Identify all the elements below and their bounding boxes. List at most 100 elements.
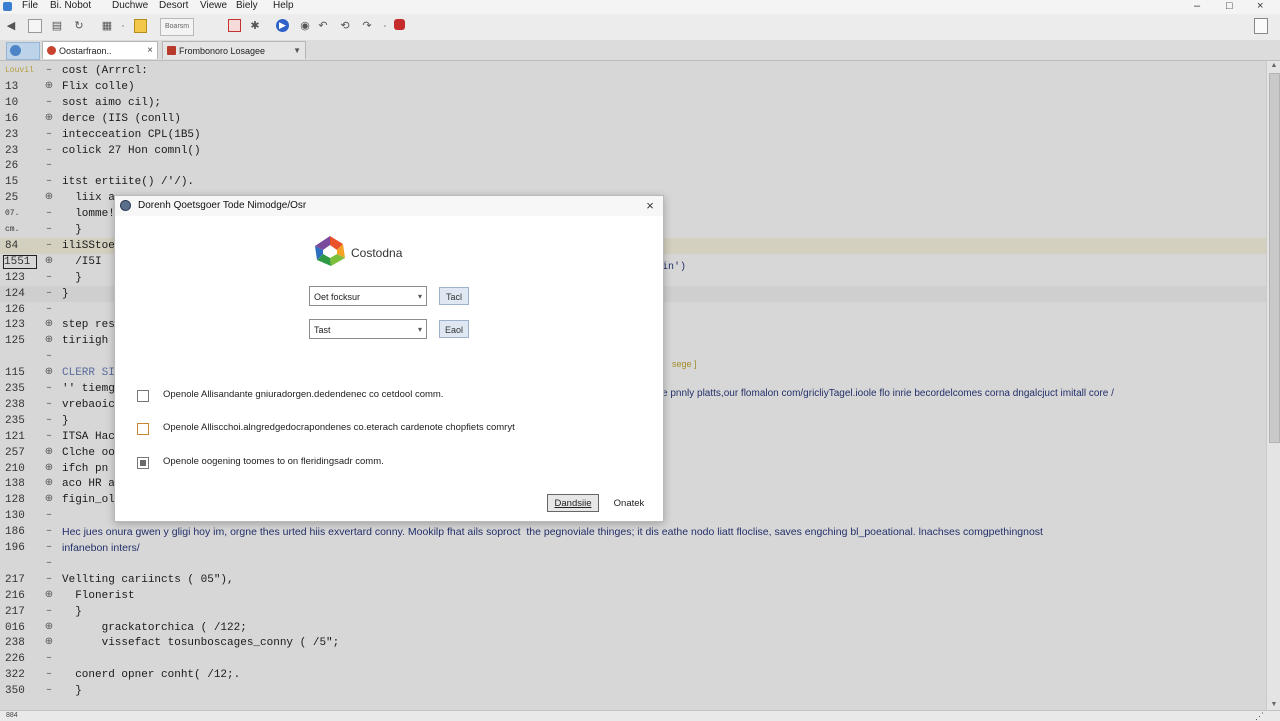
checkbox[interactable] [137, 423, 149, 435]
line-number: 15 [5, 176, 19, 189]
code-line[interactable]: 350 – } [0, 683, 1266, 699]
eaol-button[interactable]: Eaol [439, 320, 469, 338]
minimize-button[interactable]: – [1194, 0, 1200, 12]
code-line[interactable]: – [0, 556, 1266, 572]
save-icon[interactable]: ▤ [50, 19, 64, 33]
fold-icon[interactable]: ⊕ [44, 492, 54, 508]
gutter-mark: – [45, 653, 52, 665]
fold-icon[interactable]: ⊕ [44, 365, 54, 381]
fold-icon[interactable]: ⊕ [44, 445, 54, 461]
fold-icon[interactable]: ⊕ [44, 476, 54, 492]
code-line[interactable]: 23 – intecceation CPL(1B5) [0, 127, 1266, 143]
combo-box-1[interactable]: Oet focksur ▾ [309, 286, 427, 306]
menu-desort[interactable]: Desort [159, 0, 188, 12]
checkbox[interactable] [137, 457, 149, 469]
redo-icon[interactable]: ↷ [360, 19, 374, 33]
menu-bar: File Bi. Nobot Duchwe Desort Viewe Biely… [0, 0, 1280, 14]
fold-icon[interactable]: ⊕ [44, 317, 54, 333]
maximize-button[interactable]: □ [1226, 0, 1233, 12]
toolbar-group[interactable]: Boarsm [160, 18, 195, 36]
line-number: 217 [5, 605, 25, 618]
fold-icon[interactable]: ⊕ [44, 635, 54, 651]
secondary-button[interactable]: Onatek [609, 494, 649, 512]
code-line[interactable]: 16 ⊕ derce (IIS (conll) [0, 111, 1266, 127]
code-line[interactable]: 15 – itst ertiite() /'/). [0, 174, 1266, 190]
code-line[interactable]: 226 – [0, 651, 1266, 667]
scroll-down-icon[interactable]: ▼ [1269, 700, 1279, 710]
line-number: 322 [5, 669, 25, 682]
fold-icon[interactable]: ⊕ [44, 333, 54, 349]
panel-icon[interactable] [1254, 18, 1268, 34]
undo-icon[interactable]: ↶ [316, 19, 330, 33]
code-line[interactable]: 196 – infanebon inters/ [0, 540, 1266, 556]
menu-help[interactable]: Help [273, 0, 294, 12]
dropdown-icon[interactable]: · [116, 19, 130, 33]
checkbox[interactable] [137, 390, 149, 402]
run-icon[interactable]: ▶ [276, 19, 289, 32]
menu-bi-nobot[interactable]: Bi. Nobot [50, 0, 91, 12]
tab-close-icon[interactable]: × [147, 42, 153, 60]
fold-icon[interactable]: ⊕ [44, 620, 54, 636]
tab-active[interactable]: Oostarfraon.. × [42, 41, 158, 59]
menu-biely[interactable]: Biely [236, 0, 258, 12]
tacl-button[interactable]: Tacl [439, 287, 469, 305]
fold-icon[interactable]: ⊕ [44, 190, 54, 206]
new-file-icon[interactable] [28, 19, 42, 33]
fold-icon[interactable]: ⊕ [44, 461, 54, 477]
combo-box-2[interactable]: Tast ▾ [309, 319, 427, 339]
record-icon[interactable] [394, 19, 405, 30]
code-line[interactable]: 217 – } [0, 604, 1266, 620]
chevron-down-icon[interactable]: ▾ [418, 320, 422, 340]
tab-bar: Oostarfraon.. × Frombonoro Losagee ▼ [0, 40, 1280, 61]
code-text: vrebaoic [62, 398, 115, 411]
folder-icon[interactable] [134, 19, 147, 33]
code-line[interactable]: 238 ⊕ vissefact tosunboscages_conny ( /5"… [0, 635, 1266, 651]
fold-icon[interactable]: ⊕ [44, 111, 54, 127]
scroll-thumb[interactable] [1269, 73, 1280, 443]
debug-icon[interactable]: ◉ [298, 19, 312, 33]
grid-icon[interactable]: ▦ [100, 19, 114, 33]
home-tab[interactable] [6, 42, 40, 60]
gutter-mark: – [45, 208, 52, 220]
code-text: derce (IIS (conll) [62, 112, 181, 125]
code-line[interactable]: 186 – Hec jues onura gwen y gligi hoy im, … [0, 524, 1266, 540]
gutter-mark: – [45, 160, 52, 172]
tab-inactive[interactable]: Frombonoro Losagee ▼ [162, 41, 306, 59]
fold-icon[interactable]: ⊕ [44, 588, 54, 604]
dialog-close-button[interactable]: × [643, 196, 657, 216]
code-line[interactable]: 13 ⊕ Flix colle) [0, 79, 1266, 95]
fold-icon[interactable]: ⊕ [44, 254, 54, 270]
tab-label: Oostarfraon.. [59, 46, 112, 56]
menu-file[interactable]: File [22, 0, 38, 12]
code-line[interactable]: 216 ⊕ Flonerist [0, 588, 1266, 604]
globe-icon [10, 45, 21, 56]
code-line[interactable]: Louvil – cost (Arrrcl: [0, 63, 1266, 79]
close-window-button[interactable]: × [1257, 0, 1263, 12]
code-text: tiriigh [ [62, 335, 122, 348]
gutter-mark: – [45, 351, 52, 363]
code-line[interactable]: 26 – [0, 158, 1266, 174]
step-icon[interactable]: ⟲ [338, 19, 352, 33]
code-line[interactable]: 217 – Vellting cariincts ( 05"), [0, 572, 1266, 588]
fold-icon[interactable]: ⊕ [44, 79, 54, 95]
line-number: 210 [5, 462, 25, 475]
back-icon[interactable]: ◀ [4, 19, 18, 33]
code-line[interactable]: 016 ⊕ grackatorchica ( /122; [0, 620, 1266, 636]
menu-duchwe[interactable]: Duchwe [112, 0, 148, 12]
gutter-mark: – [45, 542, 52, 553]
stop-icon[interactable] [228, 19, 241, 32]
settings-icon[interactable]: ✱ [248, 19, 262, 33]
more-icon[interactable]: · [378, 19, 392, 33]
code-line[interactable]: 322 – conerd opner conht( /12;. [0, 667, 1266, 683]
code-line[interactable]: 23 – colick 27 Hon comnl() [0, 143, 1266, 159]
code-line[interactable]: 10 – sost aimo cil); [0, 95, 1266, 111]
chevron-down-icon[interactable]: ▾ [418, 287, 422, 307]
primary-button[interactable]: Dandsiie [547, 494, 599, 512]
scroll-up-icon[interactable]: ▲ [1269, 61, 1279, 71]
vertical-scrollbar[interactable]: ▲ ▼ [1266, 61, 1280, 710]
line-number: 126 [5, 303, 25, 316]
tab-dropdown-icon[interactable]: ▼ [293, 42, 301, 60]
menu-viewe[interactable]: Viewe [200, 0, 227, 12]
code-text: vissefact tosunboscages_conny ( /5"; [62, 637, 340, 650]
refresh-icon[interactable]: ↻ [72, 19, 86, 33]
